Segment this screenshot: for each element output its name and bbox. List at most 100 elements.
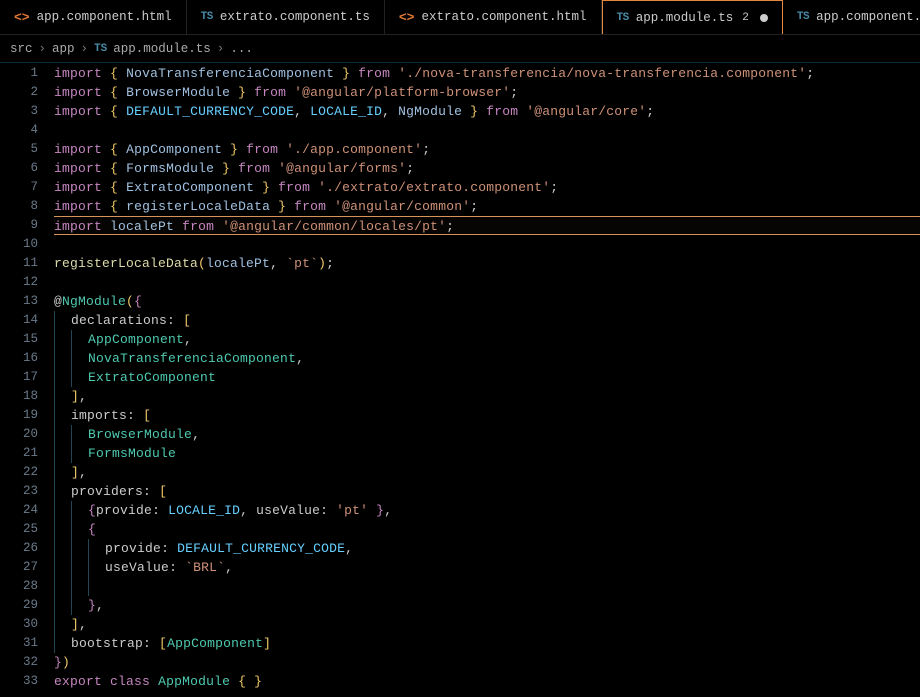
code-line[interactable]: [54, 273, 920, 292]
token-pn: [118, 104, 126, 119]
code-line[interactable]: import { FormsModule } from '@angular/fo…: [54, 159, 920, 178]
code-line[interactable]: import { ExtratoComponent } from './extr…: [54, 178, 920, 197]
token-pn: [286, 85, 294, 100]
token-pn: [368, 503, 376, 518]
indent-guide: [54, 349, 71, 368]
typescript-icon: TS: [94, 43, 107, 55]
code-line[interactable]: BrowserModule,: [54, 425, 920, 444]
editor-tab[interactable]: <>app.component.html: [0, 0, 187, 34]
code-line[interactable]: ],: [54, 387, 920, 406]
indent-guide: [54, 482, 71, 501]
code-line[interactable]: imports: [: [54, 406, 920, 425]
code-line[interactable]: provide: DEFAULT_CURRENCY_CODE,: [54, 539, 920, 558]
token-pn: [102, 85, 110, 100]
breadcrumb[interactable]: src › app › TS app.module.ts › ...: [0, 35, 920, 63]
code-line[interactable]: import { BrowserModule } from '@angular/…: [54, 83, 920, 102]
editor-tab[interactable]: TSapp.component.ts: [783, 0, 920, 34]
token-pn: [390, 66, 398, 81]
token-br: (: [198, 256, 206, 271]
editor-tab[interactable]: TSextrato.component.ts: [187, 0, 385, 34]
token-id: NgModule: [398, 104, 462, 119]
code-line[interactable]: NovaTransferenciaComponent,: [54, 349, 920, 368]
code-editor[interactable]: 1234567891011121314151617181920212223242…: [0, 63, 920, 697]
code-line[interactable]: [54, 235, 920, 254]
code-line[interactable]: {provide: LOCALE_ID, useValue: 'pt' },: [54, 501, 920, 520]
token-const: DEFAULT_CURRENCY_CODE: [177, 541, 345, 556]
token-class: AppComponent: [167, 636, 263, 651]
code-line[interactable]: ],: [54, 463, 920, 482]
token-kw: import: [54, 199, 102, 214]
token-prop: bootstrap: [71, 636, 143, 651]
token-pn: [102, 104, 110, 119]
token-pn: ;: [446, 219, 454, 234]
editor-tab[interactable]: TSapp.module.ts2: [602, 0, 783, 34]
token-pn: [118, 85, 126, 100]
token-br: ]: [263, 636, 271, 651]
token-prop: provide: [105, 541, 161, 556]
line-number: 18: [0, 387, 54, 406]
breadcrumb-file[interactable]: app.module.ts: [113, 42, 211, 56]
token-pn: [334, 66, 342, 81]
token-pn: [270, 161, 278, 176]
indent-guide: [71, 349, 88, 368]
line-number: 26: [0, 539, 54, 558]
code-line[interactable]: import localePt from '@angular/common/lo…: [54, 216, 920, 235]
token-pn: [326, 199, 334, 214]
token-str: '@angular/platform-browser': [294, 85, 510, 100]
token-str: '@angular/common/locales/pt': [222, 219, 446, 234]
code-line[interactable]: import { registerLocaleData } from '@ang…: [54, 197, 920, 216]
token-kw: from: [278, 180, 310, 195]
code-line[interactable]: {: [54, 520, 920, 539]
line-number: 28: [0, 577, 54, 596]
code-line[interactable]: declarations: [: [54, 311, 920, 330]
typescript-icon: TS: [797, 11, 809, 23]
code-line[interactable]: providers: [: [54, 482, 920, 501]
token-br: }: [342, 66, 350, 81]
dirty-count: 2: [742, 12, 749, 24]
code-line[interactable]: bootstrap: [AppComponent]: [54, 634, 920, 653]
token-pn: [118, 142, 126, 157]
token-kw: from: [294, 199, 326, 214]
code-line[interactable]: AppComponent,: [54, 330, 920, 349]
breadcrumb-segment[interactable]: src: [10, 42, 33, 56]
token-pn: ;: [470, 199, 478, 214]
code-line[interactable]: }): [54, 653, 920, 672]
token-br: {: [110, 142, 118, 157]
code-line[interactable]: [54, 121, 920, 140]
token-pn: [270, 180, 278, 195]
code-line[interactable]: FormsModule: [54, 444, 920, 463]
token-const: DEFAULT_CURRENCY_CODE: [126, 104, 294, 119]
code-line[interactable]: @NgModule({: [54, 292, 920, 311]
line-number: 9: [0, 216, 54, 235]
breadcrumb-segment[interactable]: app: [52, 42, 75, 56]
code-line[interactable]: },: [54, 596, 920, 615]
indent-guide: [54, 558, 71, 577]
code-line[interactable]: ],: [54, 615, 920, 634]
line-number: 14: [0, 311, 54, 330]
editor-tabs: <>app.component.htmlTSextrato.component.…: [0, 0, 920, 35]
code-line[interactable]: import { DEFAULT_CURRENCY_CODE, LOCALE_I…: [54, 102, 920, 121]
indent-guide: [71, 501, 88, 520]
token-kw: import: [54, 142, 102, 157]
code-line[interactable]: ExtratoComponent: [54, 368, 920, 387]
token-kw: from: [486, 104, 518, 119]
code-line[interactable]: export class AppModule { }: [54, 672, 920, 691]
code-line[interactable]: import { NovaTransferenciaComponent } fr…: [54, 64, 920, 83]
line-number: 8: [0, 197, 54, 216]
indent-guide: [54, 406, 71, 425]
line-number: 13: [0, 292, 54, 311]
editor-tab[interactable]: <>extrato.component.html: [385, 0, 602, 34]
code-line[interactable]: useValue: `BRL`,: [54, 558, 920, 577]
line-number: 16: [0, 349, 54, 368]
breadcrumb-symbol[interactable]: ...: [230, 42, 253, 56]
code-content[interactable]: import { NovaTransferenciaComponent } fr…: [54, 63, 920, 697]
code-line[interactable]: [54, 577, 920, 596]
line-number: 29: [0, 596, 54, 615]
indent-guide: [54, 501, 71, 520]
indent-guide: [71, 330, 88, 349]
line-number: 25: [0, 520, 54, 539]
code-line[interactable]: registerLocaleData(localePt, `pt`);: [54, 254, 920, 273]
token-pn: [175, 313, 183, 328]
token-id: NovaTransferenciaComponent: [126, 66, 334, 81]
code-line[interactable]: import { AppComponent } from './app.comp…: [54, 140, 920, 159]
